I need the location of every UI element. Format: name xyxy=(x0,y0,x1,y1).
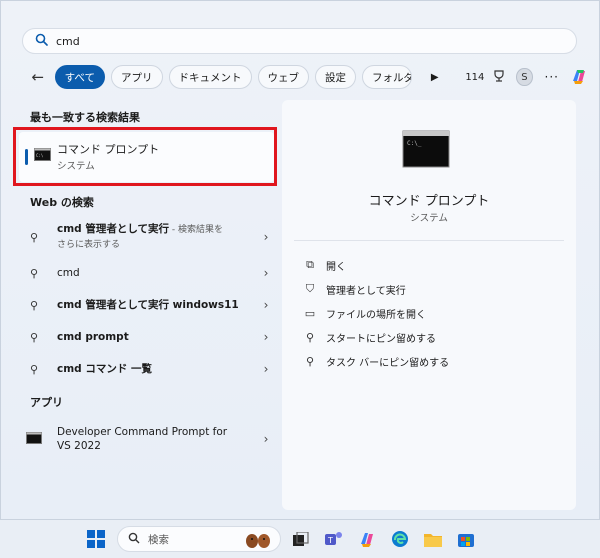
search-icon: ⚲ xyxy=(29,298,39,312)
search-icon xyxy=(128,532,140,547)
search-icon: ⚲ xyxy=(29,330,39,344)
action-open-label: 開く xyxy=(326,261,346,273)
action-pin-to-start[interactable]: ⚲ スタートにピン留めする xyxy=(302,327,436,347)
chevron-right-icon: › xyxy=(263,298,269,312)
app-result-line2: VS 2022 xyxy=(57,440,101,452)
chevron-right-icon: › xyxy=(263,432,269,446)
svg-text:C:\_: C:\_ xyxy=(407,140,422,147)
web-suggestion[interactable]: ⚲ cmd › xyxy=(23,260,273,286)
open-external-icon: ⧉ xyxy=(306,258,314,271)
chevron-right-icon: › xyxy=(263,266,269,280)
pin-icon: ⚲ xyxy=(305,354,315,368)
action-open-file-location-label: ファイルの場所を開く xyxy=(326,309,426,321)
filter-documents[interactable]: ドキュメント xyxy=(168,65,252,89)
detail-pane: C:\_ コマンド プロンプト システム ⧉ 開く ⛉ 管理者として実行 ▭ フ… xyxy=(282,100,576,510)
suggestion-hint-line2: さらに表示する xyxy=(57,240,121,250)
chevron-right-icon: › xyxy=(263,330,269,344)
search-icon: ⚲ xyxy=(29,266,39,280)
back-arrow-icon[interactable]: ← xyxy=(29,68,47,86)
user-avatar[interactable]: S xyxy=(516,68,533,86)
shield-icon: ⛉ xyxy=(305,282,315,295)
suggestion-hint: - 検索結果を xyxy=(169,225,224,235)
search-input[interactable] xyxy=(56,34,536,48)
filter-bar: ← すべて アプリ ドキュメント ウェブ 設定 フォルダー ▶ 114 S ··… xyxy=(29,65,589,89)
suggestion-query: cmd prompt xyxy=(57,331,129,343)
chevron-right-icon: › xyxy=(263,230,269,244)
web-search-heading: Web の検索 xyxy=(30,196,94,209)
app-result-line1: Developer Command Prompt for xyxy=(57,426,228,438)
start-search-panel: ← すべて アプリ ドキュメント ウェブ 設定 フォルダー ▶ 114 S ··… xyxy=(0,0,600,520)
rewards-points: 114 xyxy=(465,71,485,83)
web-suggestion[interactable]: ⚲ cmd 管理者として実行 - 検索結果を さらに表示する › xyxy=(23,221,273,253)
action-open[interactable]: ⧉ 開く xyxy=(302,255,346,275)
search-icon xyxy=(35,33,48,49)
search-icon: ⚲ xyxy=(29,362,39,376)
action-pin-to-taskbar[interactable]: ⚲ タスク バーにピン留めする xyxy=(302,351,449,371)
detail-title: コマンド プロンプト xyxy=(368,194,490,209)
app-result[interactable]: Developer Command Prompt for VS 2022 › xyxy=(23,423,273,455)
copilot-taskbar-icon[interactable] xyxy=(355,527,379,551)
chevron-right-icon: › xyxy=(263,362,269,376)
more-options-icon[interactable]: ··· xyxy=(545,70,559,84)
action-run-as-admin[interactable]: ⛉ 管理者として実行 xyxy=(302,279,406,299)
taskbar-search-placeholder: 検索 xyxy=(148,533,169,546)
web-suggestion[interactable]: ⚲ cmd 管理者として実行 windows11 › xyxy=(23,292,273,318)
action-pin-to-taskbar-label: タスク バーにピン留めする xyxy=(326,357,450,369)
task-view-icon[interactable] xyxy=(289,527,313,551)
search-icon: ⚲ xyxy=(29,230,39,244)
filter-settings[interactable]: 設定 xyxy=(315,65,357,89)
highlight-annotation-box xyxy=(13,127,277,186)
taskbar: 検索 T xyxy=(0,520,600,558)
filter-apps[interactable]: アプリ xyxy=(111,65,163,89)
detail-subtitle: システム xyxy=(410,213,448,224)
edge-browser-icon[interactable] xyxy=(388,527,412,551)
filter-web[interactable]: ウェブ xyxy=(257,65,310,89)
suggestion-query: cmd xyxy=(57,267,80,279)
filter-all[interactable]: すべて xyxy=(54,65,106,89)
search-box[interactable] xyxy=(22,28,577,54)
teams-icon[interactable]: T xyxy=(322,527,346,551)
pin-icon: ⚲ xyxy=(305,330,315,344)
suggestion-query: cmd コマンド 一覧 xyxy=(57,363,152,375)
copilot-icon[interactable] xyxy=(569,66,589,89)
suggestion-query: cmd 管理者として実行 xyxy=(57,223,170,235)
microsoft-store-icon[interactable] xyxy=(454,527,478,551)
search-highlight-image xyxy=(242,529,276,552)
developer-command-prompt-icon xyxy=(23,431,45,447)
suggestion-query: cmd 管理者として実行 windows11 xyxy=(57,299,239,311)
svg-text:T: T xyxy=(327,536,333,545)
more-filters-play-icon[interactable]: ▶ xyxy=(424,72,445,83)
web-suggestion[interactable]: ⚲ cmd コマンド 一覧 › xyxy=(23,356,273,382)
filter-folders[interactable]: フォルダー xyxy=(362,65,413,89)
rewards-icon[interactable] xyxy=(492,69,506,86)
command-prompt-large-icon: C:\_ xyxy=(402,130,450,171)
best-match-heading: 最も一致する検索結果 xyxy=(30,111,140,124)
folder-icon: ▭ xyxy=(304,306,316,320)
action-pin-to-start-label: スタートにピン留めする xyxy=(326,333,436,345)
app-result-label: Developer Command Prompt for VS 2022 xyxy=(57,425,259,453)
windows-start-icon[interactable] xyxy=(84,527,108,551)
apps-heading: アプリ xyxy=(30,396,63,409)
divider xyxy=(294,240,564,241)
action-run-as-admin-label: 管理者として実行 xyxy=(326,285,406,297)
action-open-file-location[interactable]: ▭ ファイルの場所を開く xyxy=(302,303,426,323)
file-explorer-icon[interactable] xyxy=(421,527,445,551)
taskbar-search-box[interactable]: 検索 xyxy=(117,526,281,552)
web-suggestion-text: cmd 管理者として実行 - 検索結果を さらに表示する xyxy=(57,222,259,252)
web-suggestion[interactable]: ⚲ cmd prompt › xyxy=(23,324,273,350)
